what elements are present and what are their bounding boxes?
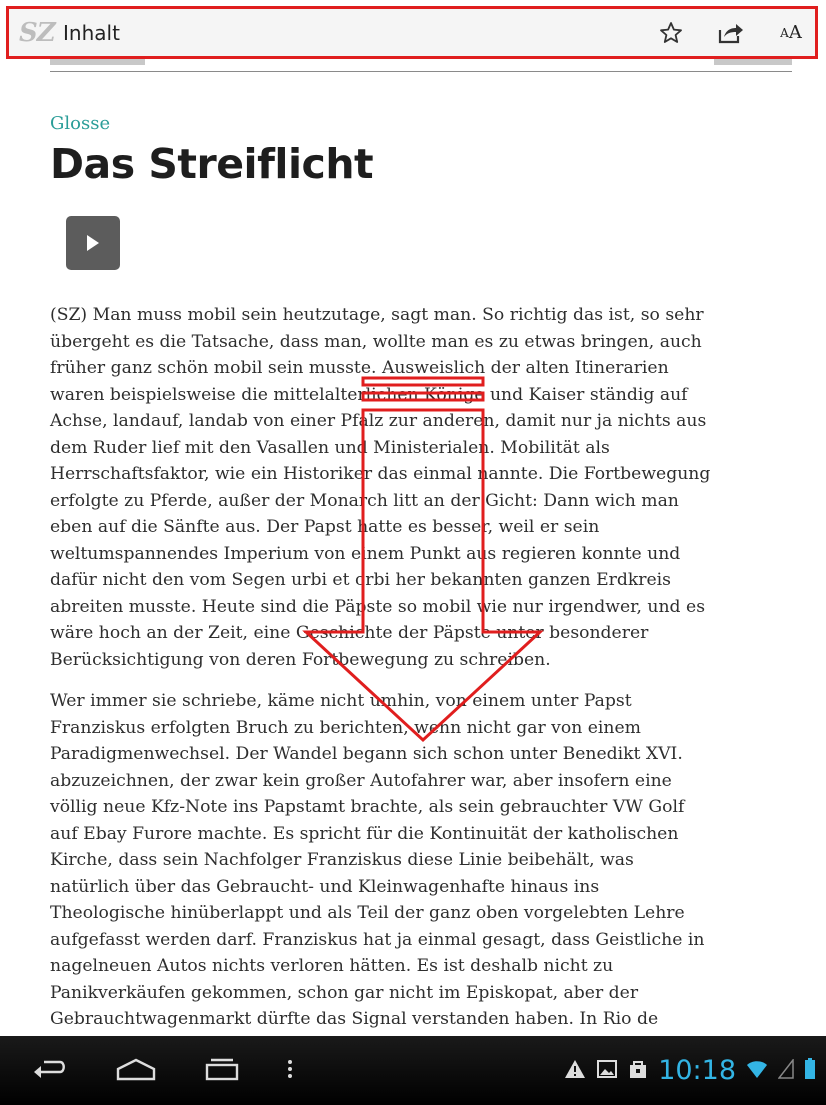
masthead-left-fragment [50,59,145,65]
contents-button[interactable]: Inhalt [63,21,120,45]
article-paragraph: (SZ) Man muss mobil sein heutzutage, sag… [50,305,711,670]
home-icon[interactable] [114,1057,158,1085]
text-size-icon[interactable]: AA [775,17,807,49]
recents-icon[interactable] [204,1057,240,1085]
toolbar-actions: AA [655,17,807,49]
play-icon [87,235,99,251]
text-size-large-glyph: A [788,22,802,43]
back-icon[interactable] [32,1058,68,1084]
article-body: (SZ) Man muss mobil sein heutzutage, sag… [50,302,715,1074]
system-navigation-bar: 10:18 [0,1036,826,1105]
image-icon [596,1059,618,1083]
text-size-small-glyph: A [780,25,789,40]
article-paragraph: Wer immer sie schriebe, käme nicht umhin… [50,691,705,1056]
article-headline: Das Streiflicht [50,140,374,188]
app-toolbar: SZ Inhalt AA [6,6,818,59]
wifi-icon [746,1059,768,1083]
battery-icon [804,1057,816,1084]
status-clock: 10:18 [658,1055,736,1086]
signal-icon [777,1057,794,1083]
warning-icon [564,1059,586,1083]
masthead-right-fragment [714,59,792,65]
status-area: 10:18 [564,1055,816,1086]
share-icon[interactable] [715,17,747,49]
sz-logo[interactable]: SZ [19,18,59,48]
shopping-bag-icon [628,1059,648,1083]
star-icon[interactable] [655,17,687,49]
menu-icon[interactable] [286,1058,294,1084]
play-audio-button[interactable] [66,216,120,270]
article-kicker: Glosse [50,113,111,134]
masthead-divider [50,59,792,72]
